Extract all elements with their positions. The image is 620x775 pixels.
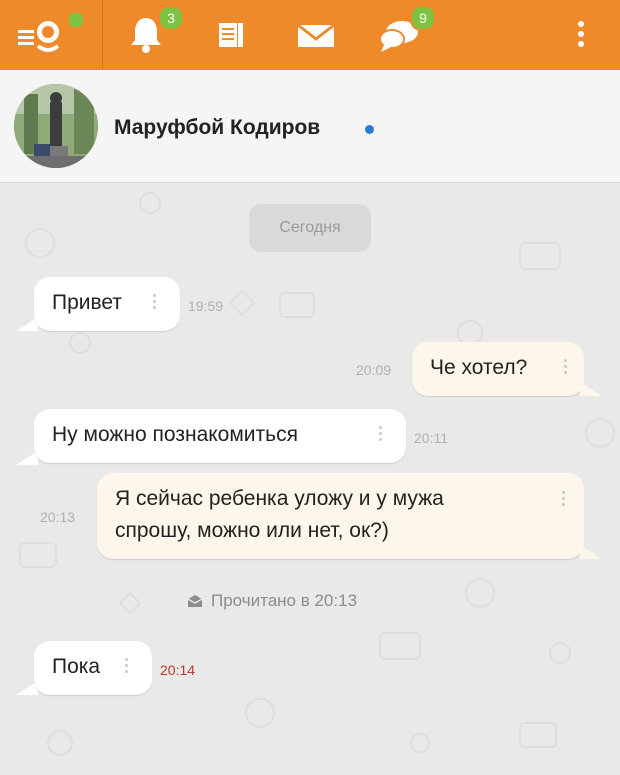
bubble-tail bbox=[580, 545, 602, 559]
message-text: Привет bbox=[52, 291, 123, 314]
message-time: 19:59 bbox=[188, 298, 224, 314]
feed-icon[interactable] bbox=[216, 14, 260, 56]
message-time: 20:09 bbox=[356, 362, 392, 378]
message-menu-icon[interactable] bbox=[562, 491, 565, 509]
message-bubble-incoming[interactable]: Привет bbox=[34, 277, 180, 331]
chat-area[interactable]: Сегодня Привет 19:59 20:09 Че хотел? Ну … bbox=[0, 183, 620, 775]
message-time: 20:13 bbox=[40, 509, 76, 525]
avatar[interactable] bbox=[14, 84, 98, 168]
read-receipt-icon bbox=[187, 595, 203, 607]
notifications-badge: 3 bbox=[158, 5, 184, 31]
top-bar-divider bbox=[102, 0, 103, 70]
message-bubble-incoming[interactable]: Пока bbox=[34, 641, 152, 695]
message-time: 20:11 bbox=[414, 430, 448, 446]
more-vert-icon[interactable] bbox=[566, 14, 596, 56]
message-text-line1: Я сейчас ребенка уложу и у мужа bbox=[115, 487, 444, 510]
message-text: Ну можно познакомиться bbox=[52, 423, 298, 446]
message-bubble-outgoing[interactable]: Я сейчас ребенка уложу и у мужа спрошу, … bbox=[97, 473, 584, 559]
online-status-dot bbox=[365, 125, 374, 134]
message-menu-icon[interactable] bbox=[379, 426, 382, 444]
message-menu-icon[interactable] bbox=[564, 359, 567, 377]
messages-badge: 9 bbox=[410, 5, 436, 31]
message-text: Пока bbox=[52, 655, 101, 678]
chat-header: Маруфбой Кодиров bbox=[0, 70, 620, 183]
bubble-tail bbox=[580, 382, 602, 396]
read-status: Прочитано в 20:13 bbox=[211, 591, 358, 610]
message-menu-icon[interactable] bbox=[153, 294, 156, 312]
message-text: Че хотел? bbox=[430, 356, 528, 379]
message-bubble-incoming[interactable]: Ну можно познакомиться bbox=[34, 409, 406, 463]
message-bubble-outgoing[interactable]: Че хотел? bbox=[412, 342, 584, 396]
date-separator: Сегодня bbox=[249, 204, 371, 252]
message-menu-icon[interactable] bbox=[125, 658, 128, 676]
ok-logo-icon[interactable] bbox=[18, 11, 85, 56]
discussions-icon[interactable]: 9 bbox=[378, 5, 436, 56]
contact-name[interactable]: Маруфбой Кодиров bbox=[114, 116, 320, 140]
online-indicator bbox=[67, 11, 85, 29]
top-bar: 3 9 bbox=[0, 0, 620, 70]
message-text-line2: спрошу, можно или нет, ок?) bbox=[115, 519, 389, 542]
bell-icon[interactable]: 3 bbox=[128, 5, 184, 56]
message-time: 20:14 bbox=[160, 662, 196, 678]
mail-icon[interactable] bbox=[296, 14, 340, 56]
